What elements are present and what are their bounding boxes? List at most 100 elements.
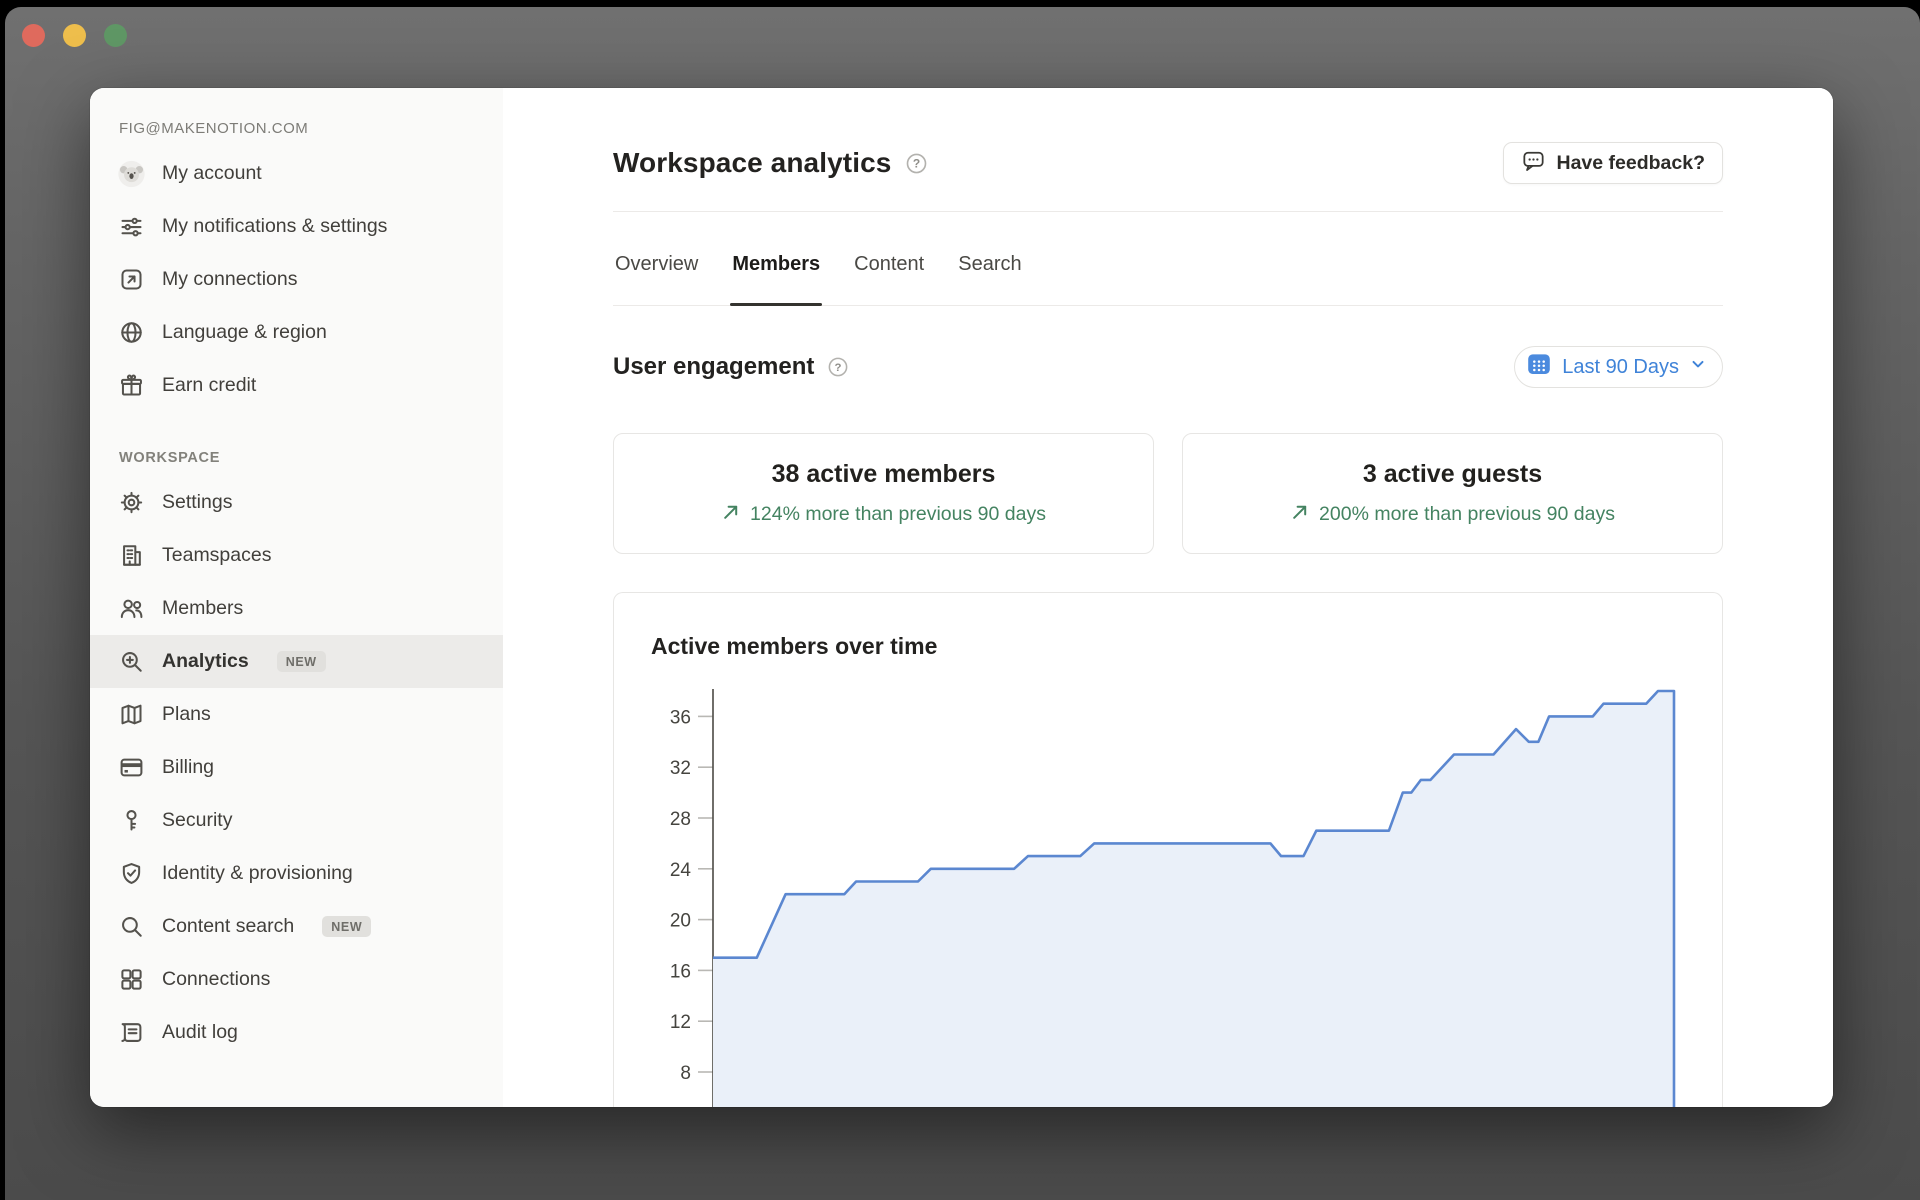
key-icon [118,807,145,834]
content-header: Workspace analytics ? Have feedback? [613,142,1723,184]
svg-text:8: 8 [680,1063,691,1084]
sidebar-item-settings[interactable]: Settings [90,476,503,529]
svg-text:?: ? [835,362,842,374]
engagement-help-icon[interactable]: ? [827,356,849,378]
globe-icon [118,319,145,346]
sidebar-item-my-account[interactable]: My account [90,147,503,200]
credit-card-icon [118,754,145,781]
trend-up-icon [1290,502,1310,528]
workspace-section-heading: Workspace [119,450,503,466]
svg-text:20: 20 [670,911,691,932]
calendar-icon [1526,351,1552,383]
sidebar-item-billing[interactable]: Billing [90,741,503,794]
settings-dialog: FIG@MAKENOTION.COM My account My notifica… [90,88,1833,1107]
stat-card-1: 3 active guests 200% more than previous 9… [1182,433,1723,554]
page-title-wrap: Workspace analytics ? [613,147,928,179]
analytics-tabs: Overview Members Content Search [613,212,1723,306]
sidebar-item-label: Teamspaces [162,542,271,569]
building-icon [118,542,145,569]
scroll-icon [118,1019,145,1046]
sidebar-item-label: My account [162,160,262,187]
magnifier-icon [118,913,145,940]
stat-value: 38 active members [772,460,996,489]
stat-delta-text: 124% more than previous 90 days [750,503,1046,526]
sidebar-item-earn-credit[interactable]: Earn credit [90,359,503,412]
sidebar-item-content-search[interactable]: Content search NEW [90,900,503,953]
magnifier-plus-icon [118,648,145,675]
sidebar-item-label: Plans [162,701,211,728]
date-range-dropdown[interactable]: Last 90 Days [1514,346,1723,388]
tab-members[interactable]: Members [730,253,822,305]
new-badge: NEW [322,916,371,937]
sidebar-item-label: My notifications & settings [162,213,387,240]
sidebar-item-label: Members [162,595,243,622]
map-icon [118,701,145,728]
svg-text:36: 36 [670,707,691,728]
tab-search[interactable]: Search [956,253,1023,305]
have-feedback-button[interactable]: Have feedback? [1503,142,1724,184]
user-engagement-title: User engagement [613,353,814,381]
user-engagement-row: User engagement ? Last 90 Days [613,346,1723,388]
new-badge: NEW [277,651,326,672]
arrow-up-right-box-icon [118,266,145,293]
sidebar-item-my-notifications-settings[interactable]: My notifications & settings [90,200,503,253]
stat-cards: 38 active members 124% more than previous… [613,433,1723,554]
sidebar-item-label: Content search [162,913,294,940]
gear-icon [118,489,145,516]
sidebar-item-label: Connections [162,966,270,993]
sidebar-item-language-region[interactable]: Language & region [90,306,503,359]
active-members-chart-card: Active members over time 363228242016128 [613,592,1723,1107]
stat-card-0: 38 active members 124% more than previous… [613,433,1154,554]
sidebar-item-label: Billing [162,754,214,781]
shield-check-icon [118,860,145,887]
zoom-window-icon[interactable] [104,24,127,47]
sidebar-item-label: Settings [162,489,232,516]
minimize-window-icon[interactable] [63,24,86,47]
people-icon [118,595,145,622]
have-feedback-label: Have feedback? [1557,152,1706,175]
tab-overview[interactable]: Overview [613,253,700,305]
sidebar-item-audit-log[interactable]: Audit log [90,1006,503,1059]
sidebar-item-members[interactable]: Members [90,582,503,635]
gift-icon [118,372,145,399]
svg-text:24: 24 [670,860,692,881]
sidebar-item-label: Identity & provisioning [162,860,353,887]
sidebar-item-label: My connections [162,266,297,293]
workspace-nav: Settings Teamspaces Members AnalyticsNEW Pla… [90,476,503,1059]
grid-icon [118,966,145,993]
main-content: Workspace analytics ? Have feedback? Ove… [503,88,1833,1107]
sidebar-item-teamspaces[interactable]: Teamspaces [90,529,503,582]
svg-text:28: 28 [670,809,691,830]
sidebar-item-security[interactable]: Security [90,794,503,847]
account-email-heading: FIG@MAKENOTION.COM [119,120,503,137]
tab-content[interactable]: Content [852,253,926,305]
close-window-icon[interactable] [22,24,45,47]
sidebar-item-analytics[interactable]: AnalyticsNEW [90,635,503,688]
sidebar-item-label: Earn credit [162,372,256,399]
stat-delta: 200% more than previous 90 days [1290,502,1615,528]
account-nav: My account My notifications & settings My … [90,147,503,412]
help-icon[interactable]: ? [905,152,928,175]
stat-value: 3 active guests [1363,460,1542,489]
stat-delta-text: 200% more than previous 90 days [1319,503,1615,526]
sidebar-item-label: Language & region [162,319,327,346]
svg-text:?: ? [913,156,920,170]
sidebar-item-label: Audit log [162,1019,238,1046]
window-controls [22,24,127,47]
active-members-area-chart: 36 32 28 24 20 16 12 8 [614,593,1723,1107]
feedback-bubble-icon [1521,148,1546,179]
svg-text:16: 16 [670,961,691,982]
page-title: Workspace analytics [613,147,891,179]
svg-text:12: 12 [670,1012,691,1033]
sidebar-item-connections[interactable]: Connections [90,953,503,1006]
sidebar-item-my-connections[interactable]: My connections [90,253,503,306]
sidebar-item-label: Security [162,807,232,834]
avatar-koala-icon [118,160,145,187]
desktop-background: FIG@MAKENOTION.COM My account My notifica… [5,7,1920,1200]
svg-text:32: 32 [670,758,691,779]
screen: FIG@MAKENOTION.COM My account My notifica… [0,0,1920,1200]
sidebar-item-identity-provisioning[interactable]: Identity & provisioning [90,847,503,900]
sliders-icon [118,213,145,240]
settings-sidebar: FIG@MAKENOTION.COM My account My notifica… [90,88,503,1107]
sidebar-item-plans[interactable]: Plans [90,688,503,741]
